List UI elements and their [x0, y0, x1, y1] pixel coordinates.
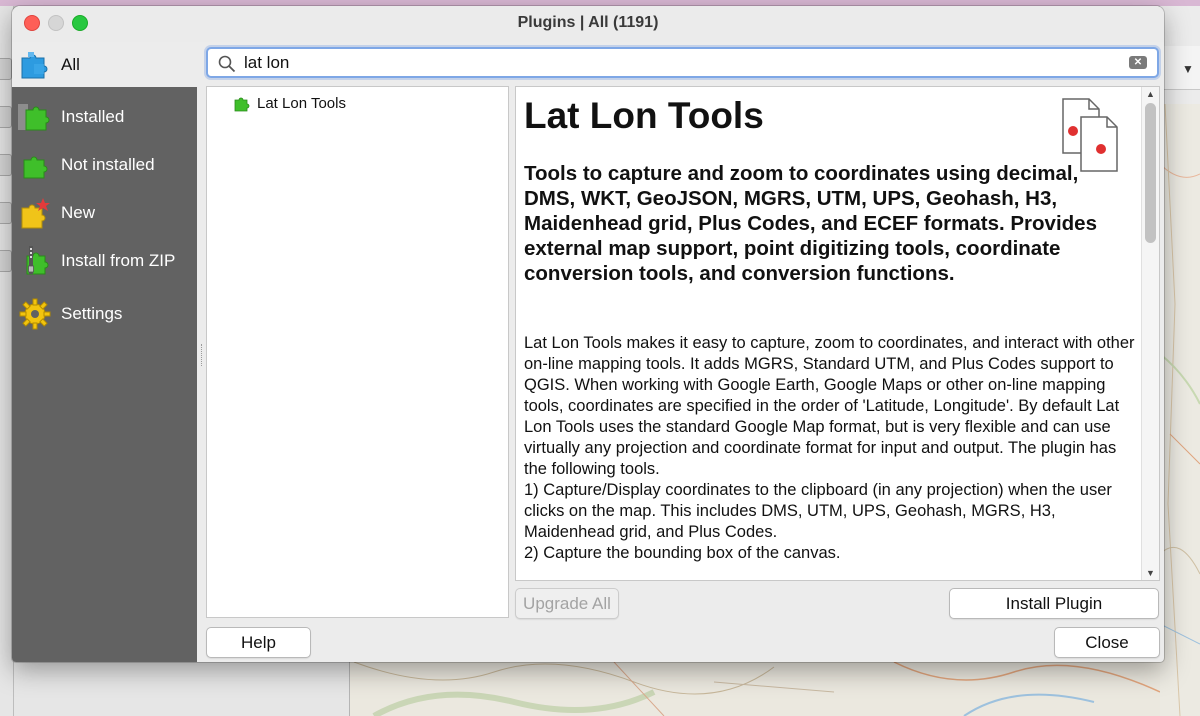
- background-toolbar-button: [0, 58, 12, 80]
- sidebar-item-settings[interactable]: Settings: [12, 292, 197, 336]
- gear-icon: [18, 297, 52, 331]
- sidebar-item-new[interactable]: New: [12, 191, 197, 235]
- puzzle-new-icon: [18, 196, 52, 230]
- background-toolbar-button: [0, 250, 12, 272]
- plugins-dialog: Plugins | All (1191) All Installed Not i…: [12, 6, 1164, 662]
- map-roads: [1160, 104, 1200, 716]
- search-icon: [218, 55, 236, 73]
- sidebar-item-all[interactable]: All: [12, 43, 197, 87]
- background-toolbar-button: [0, 202, 12, 224]
- sidebar-item-label: Installed: [61, 107, 125, 126]
- search-input[interactable]: [244, 52, 1104, 74]
- search-box: ✕: [206, 47, 1159, 78]
- plugin-details: Lat Lon Tools Tools to capture and zoom …: [515, 86, 1160, 581]
- puzzle-not-installed-icon: [18, 148, 52, 182]
- install-plugin-button[interactable]: Install Plugin: [949, 588, 1159, 619]
- window-title: Plugins | All (1191): [517, 14, 659, 31]
- puzzle-installed-icon: [18, 100, 52, 134]
- list-item[interactable]: Lat Lon Tools: [233, 93, 346, 113]
- sidebar-item-label: Not installed: [61, 155, 155, 174]
- scroll-up-icon[interactable]: ▲: [1146, 89, 1155, 99]
- sidebar: All Installed Not installed New Install …: [12, 43, 197, 662]
- sidebar-item-label: New: [61, 203, 96, 222]
- sidebar-item-label: All: [61, 55, 80, 74]
- details-scrollbar[interactable]: ▲ ▼: [1141, 87, 1159, 580]
- background-toolbar-button: [0, 106, 12, 128]
- sidebar-item-install-zip[interactable]: Install from ZIP: [12, 239, 197, 283]
- help-button[interactable]: Help: [206, 627, 311, 658]
- sidebar-item-not-installed[interactable]: Not installed: [12, 143, 197, 187]
- chevron-down-icon: ▼: [1182, 62, 1194, 76]
- sidebar-item-label: Install from ZIP: [61, 251, 176, 270]
- puzzle-plugin-icon: [233, 94, 251, 112]
- clear-search-icon[interactable]: ✕: [1129, 56, 1147, 69]
- plugin-list[interactable]: Lat Lon Tools: [206, 86, 509, 618]
- sidebar-item-installed[interactable]: Installed: [12, 95, 197, 139]
- title-bar: Plugins | All (1191): [12, 6, 1164, 42]
- background-panel-bottom-left: [14, 662, 350, 716]
- plugin-description: Lat Lon Tools makes it easy to capture, …: [524, 334, 1135, 562]
- background-map-canvas: [1160, 104, 1200, 716]
- close-button[interactable]: Close: [1054, 627, 1160, 658]
- plugin-summary: Tools to capture and zoom to coordinates…: [524, 162, 1097, 285]
- scroll-down-icon[interactable]: ▼: [1146, 568, 1155, 578]
- sidebar-item-label: Settings: [61, 304, 123, 323]
- background-toolbar-button: [0, 154, 12, 176]
- puzzle-zip-icon: [18, 244, 52, 278]
- splitter-handle[interactable]: [201, 344, 203, 366]
- upgrade-all-button[interactable]: Upgrade All: [515, 588, 619, 619]
- puzzle-all-icon: [18, 48, 52, 82]
- list-item-label: Lat Lon Tools: [257, 94, 346, 112]
- background-combo: [1160, 46, 1200, 90]
- plugin-title: Lat Lon Tools: [524, 95, 764, 136]
- scrollbar-thumb[interactable]: [1145, 103, 1156, 243]
